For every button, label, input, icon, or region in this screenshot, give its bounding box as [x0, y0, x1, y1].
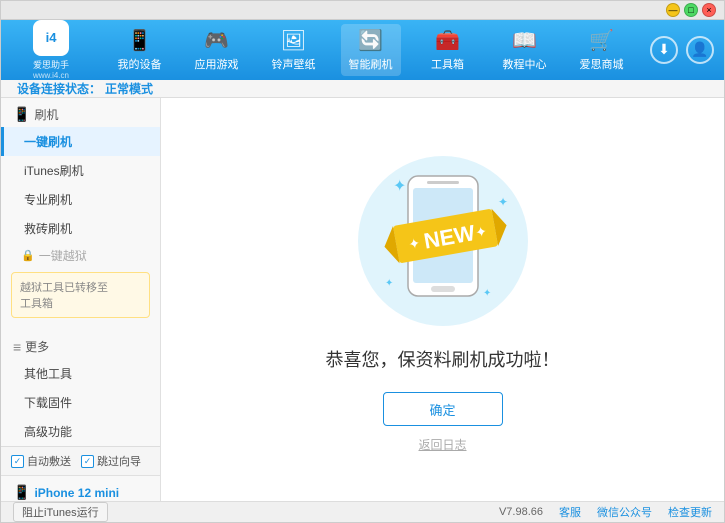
apps-games-icon: 🎮 [204, 28, 229, 53]
sidebar-item-download-fw[interactable]: 下载固件 [1, 388, 160, 417]
smart-flash-icon: 🔄 [358, 28, 383, 53]
sidebar-item-advanced[interactable]: 高级功能 [1, 417, 160, 446]
sidebar-locked-jailbreak: 🔒 一键越狱 [1, 243, 160, 268]
wallpaper-icon: 🖼 [281, 28, 306, 53]
status-label: 设备连接状态： [17, 80, 101, 97]
minimize-button[interactable]: — [666, 3, 680, 17]
auto-send-label: 自动敷送 [27, 453, 71, 469]
sidebar-item-pro-flash[interactable]: 专业刷机 [1, 185, 160, 214]
auto-send-checkbox[interactable]: 自动敷送 [11, 453, 71, 469]
success-illustration: ✦ ✦ NEW ✦ ✦ ✦ ✦ [343, 146, 543, 346]
confirm-button[interactable]: 确定 [383, 392, 503, 426]
return-link[interactable]: 返回日志 [418, 436, 466, 453]
nav-actions: ⬇ 👤 [650, 36, 714, 64]
via-wizard-checkbox[interactable]: 跳过向导 [81, 453, 141, 469]
stop-itunes-button[interactable]: 阻止iTunes运行 [13, 502, 108, 522]
header: i4 爱思助手 www.i4.cn 📱 我的设备 🎮 应用游戏 🖼 铃声壁纸 🔄 [1, 20, 724, 80]
nav-apps-games[interactable]: 🎮 应用游戏 [187, 24, 247, 76]
success-message: 恭喜您，保资料刷机成功啦！ [326, 346, 560, 372]
window-controls: — □ × [666, 3, 716, 17]
app-window: — □ × i4 爱思助手 www.i4.cn 📱 我的设备 🎮 应用游戏 [0, 0, 725, 523]
svg-text:✦: ✦ [483, 288, 491, 299]
bottom-bar: 阻止iTunes运行 V7.98.66 客服 微信公众号 检查更新 [1, 501, 724, 522]
my-device-icon: 📱 [127, 28, 152, 53]
svg-text:✦: ✦ [385, 278, 393, 289]
main-layout: 📱 刷机 一键刷机 iTunes刷机 专业刷机 救砖刷机 🔒 一键越狱 [1, 98, 724, 501]
more-section-header: ≡ 更多 [1, 330, 160, 359]
notice-box: 越狱工具已转移至 工具箱 [11, 272, 150, 318]
download-button[interactable]: ⬇ [650, 36, 678, 64]
device-icon: 📱 [13, 484, 30, 501]
auto-send-checkbox-box[interactable] [11, 455, 24, 468]
device-info: 📱 iPhone 12 mini 64GB Down-12mini-13,1 [1, 475, 160, 501]
svg-text:✦: ✦ [393, 178, 406, 195]
customer-service-link[interactable]: 客服 [559, 504, 581, 520]
flash-section-header: 📱 刷机 [1, 98, 160, 127]
nav-toolbox[interactable]: 🧰 工具箱 [418, 24, 478, 76]
content-area: ✦ ✦ NEW ✦ ✦ ✦ ✦ 恭喜您，保资料刷机成功啦！ 确定 返回日志 [161, 98, 724, 501]
nav-store[interactable]: 🛒 爱思商城 [572, 24, 632, 76]
maximize-button[interactable]: □ [684, 3, 698, 17]
sidebar-item-itunes-flash[interactable]: iTunes刷机 [1, 156, 160, 185]
sidebar: 📱 刷机 一键刷机 iTunes刷机 专业刷机 救砖刷机 🔒 一键越狱 [1, 98, 161, 501]
logo-icon: i4 [33, 20, 69, 56]
nav-smart-flash[interactable]: 🔄 智能刷机 [341, 24, 401, 76]
sidebar-checkboxes: 自动敷送 跳过向导 [1, 446, 160, 475]
status-bar: 设备连接状态： 正常模式 [1, 80, 724, 99]
device-name: iPhone 12 mini [34, 486, 119, 500]
check-update-link[interactable]: 检查更新 [668, 504, 712, 520]
status-value: 正常模式 [105, 80, 153, 97]
user-button[interactable]: 👤 [686, 36, 714, 64]
more-section-icon: ≡ [13, 339, 21, 355]
toolbox-icon: 🧰 [435, 28, 460, 53]
sidebar-item-one-click-flash[interactable]: 一键刷机 [1, 127, 160, 156]
success-svg: ✦ ✦ NEW ✦ ✦ ✦ ✦ [343, 146, 543, 346]
nav-tutorial[interactable]: 📖 教程中心 [495, 24, 555, 76]
store-icon: 🛒 [589, 28, 614, 53]
nav-bar: 📱 我的设备 🎮 应用游戏 🖼 铃声壁纸 🔄 智能刷机 🧰 工具箱 📖 [101, 20, 640, 80]
close-button[interactable]: × [702, 3, 716, 17]
via-wizard-checkbox-box[interactable] [81, 455, 94, 468]
bottom-right: V7.98.66 客服 微信公众号 检查更新 [499, 504, 712, 520]
lock-icon: 🔒 [21, 249, 35, 262]
nav-wallpaper[interactable]: 🖼 铃声壁纸 [264, 24, 324, 76]
sidebar-item-unbrick-flash[interactable]: 救砖刷机 [1, 214, 160, 243]
via-wizard-label: 跳过向导 [97, 453, 141, 469]
wechat-public-link[interactable]: 微信公众号 [597, 504, 652, 520]
logo-subtitle: 爱思助手 www.i4.cn [33, 58, 69, 80]
app-logo: i4 爱思助手 www.i4.cn [11, 20, 91, 80]
flash-section-icon: 📱 [13, 106, 30, 123]
version-label: V7.98.66 [499, 506, 543, 518]
bottom-left: 阻止iTunes运行 [13, 502, 108, 522]
sidebar-item-other-tools[interactable]: 其他工具 [1, 359, 160, 388]
tutorial-icon: 📖 [512, 28, 537, 53]
svg-text:✦: ✦ [498, 195, 508, 209]
titlebar: — □ × [1, 1, 724, 20]
nav-my-device[interactable]: 📱 我的设备 [110, 24, 170, 76]
